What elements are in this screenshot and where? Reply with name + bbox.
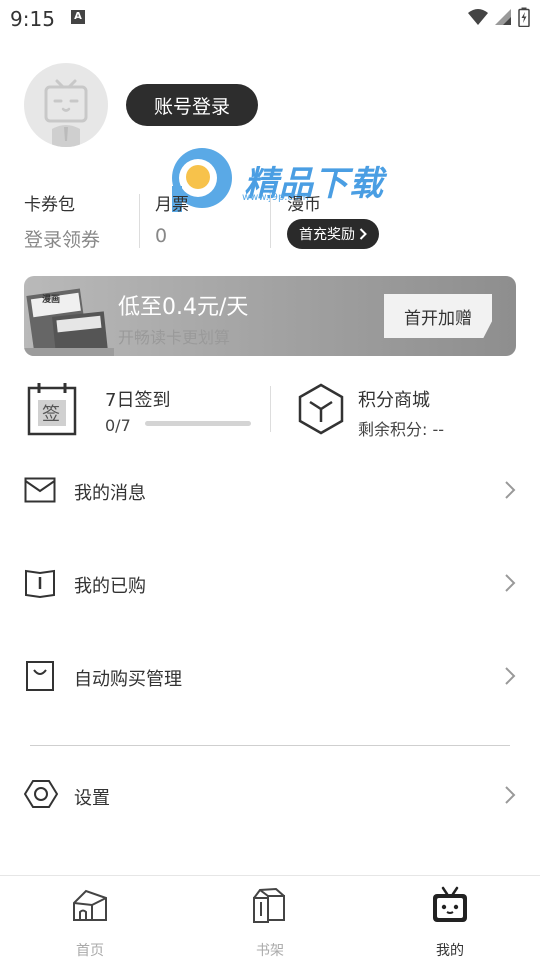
tv-mascot-avatar-icon xyxy=(44,79,88,147)
page: 9:15 A 账号登录 精品下载 www.j9p.com 卡券包 登录领券 月票… xyxy=(0,0,540,960)
status-icons xyxy=(468,7,530,27)
first-open-bonus-button[interactable]: 首开加赠 xyxy=(384,294,492,338)
nav-home[interactable]: 首页 xyxy=(50,884,130,959)
nav-mine-label: 我的 xyxy=(436,943,464,959)
coupon-wallet-value: 登录领券 xyxy=(24,229,101,251)
menu-item-auto-purchase[interactable]: 自动购买管理 xyxy=(0,646,540,706)
cell-signal-icon xyxy=(495,9,511,25)
menu-item-purchased[interactable]: 我的已购 xyxy=(0,553,540,613)
chevron-right-icon xyxy=(505,574,516,592)
divider xyxy=(270,194,271,248)
banner-subtitle: 开畅读卡更划算 xyxy=(118,328,231,347)
monthly-ticket-value: 0 xyxy=(155,225,168,247)
comic-coins-label: 漫币 xyxy=(287,195,321,215)
menu-label-auto-purchase: 自动购买管理 xyxy=(74,669,182,690)
avatar[interactable] xyxy=(24,63,108,147)
first-recharge-label: 首充奖励 xyxy=(299,227,355,243)
comic-coins[interactable]: 漫币 首充奖励 xyxy=(287,190,379,249)
first-recharge-button[interactable]: 首充奖励 xyxy=(287,219,379,249)
books-illustration xyxy=(24,288,114,356)
bookshelf-icon xyxy=(253,887,285,923)
vip-banner[interactable]: 漫画 低至0.4元/天 开畅读卡更划算 首开加赠 xyxy=(24,276,516,356)
home-icon xyxy=(73,889,107,921)
points-balance: 剩余积分: -- xyxy=(358,420,445,439)
mail-icon xyxy=(24,477,56,503)
checkin-progress-bar xyxy=(145,421,251,426)
divider xyxy=(270,386,271,432)
nav-bookshelf[interactable]: 书架 xyxy=(230,884,310,959)
nav-home-label: 首页 xyxy=(76,943,104,959)
banner-book-text: 漫画 xyxy=(42,295,61,305)
battery-icon xyxy=(518,7,530,27)
divider xyxy=(139,194,140,248)
nav-bookshelf-label: 书架 xyxy=(256,943,284,959)
nav-mine[interactable]: 我的 xyxy=(410,884,490,959)
menu-label-settings: 设置 xyxy=(74,788,110,809)
checkin-title: 7日签到 xyxy=(105,390,171,411)
chevron-right-icon xyxy=(505,667,516,685)
login-button[interactable]: 账号登录 xyxy=(126,84,258,126)
points-mall-title: 积分商城 xyxy=(358,390,430,411)
bag-icon xyxy=(26,661,54,691)
coupon-wallet-label: 卡券包 xyxy=(24,195,75,215)
status-bar: 9:15 A xyxy=(0,0,540,38)
chevron-right-icon xyxy=(505,481,516,499)
book-icon xyxy=(25,569,55,599)
daily-checkin[interactable]: 签 7日签到 0/7 xyxy=(24,380,254,440)
points-mall[interactable]: 积分商城 剩余积分: -- xyxy=(296,380,516,440)
chevron-right-icon xyxy=(505,786,516,804)
menu-label-purchased: 我的已购 xyxy=(74,576,146,597)
banner-title: 低至0.4元/天 xyxy=(118,295,249,320)
cube-icon xyxy=(298,383,344,435)
coupon-wallet[interactable]: 卡券包 登录领券 xyxy=(24,190,100,252)
bottom-nav: 首页 书架 我的 xyxy=(0,875,540,960)
notification-icon: A xyxy=(71,10,85,24)
checkin-icon-text: 签 xyxy=(42,404,60,425)
section-divider xyxy=(30,745,510,746)
wifi-icon xyxy=(468,9,488,25)
chevron-right-icon xyxy=(359,228,367,240)
tv-mascot-icon xyxy=(433,886,467,922)
status-time: 9:15 xyxy=(10,7,55,31)
menu-item-messages[interactable]: 我的消息 xyxy=(0,460,540,520)
monthly-ticket[interactable]: 月票 0 xyxy=(155,190,189,247)
menu-item-settings[interactable]: 设置 xyxy=(0,764,540,824)
menu-label-messages: 我的消息 xyxy=(74,483,146,504)
settings-hex-icon xyxy=(24,780,58,808)
monthly-ticket-label: 月票 xyxy=(155,195,189,215)
